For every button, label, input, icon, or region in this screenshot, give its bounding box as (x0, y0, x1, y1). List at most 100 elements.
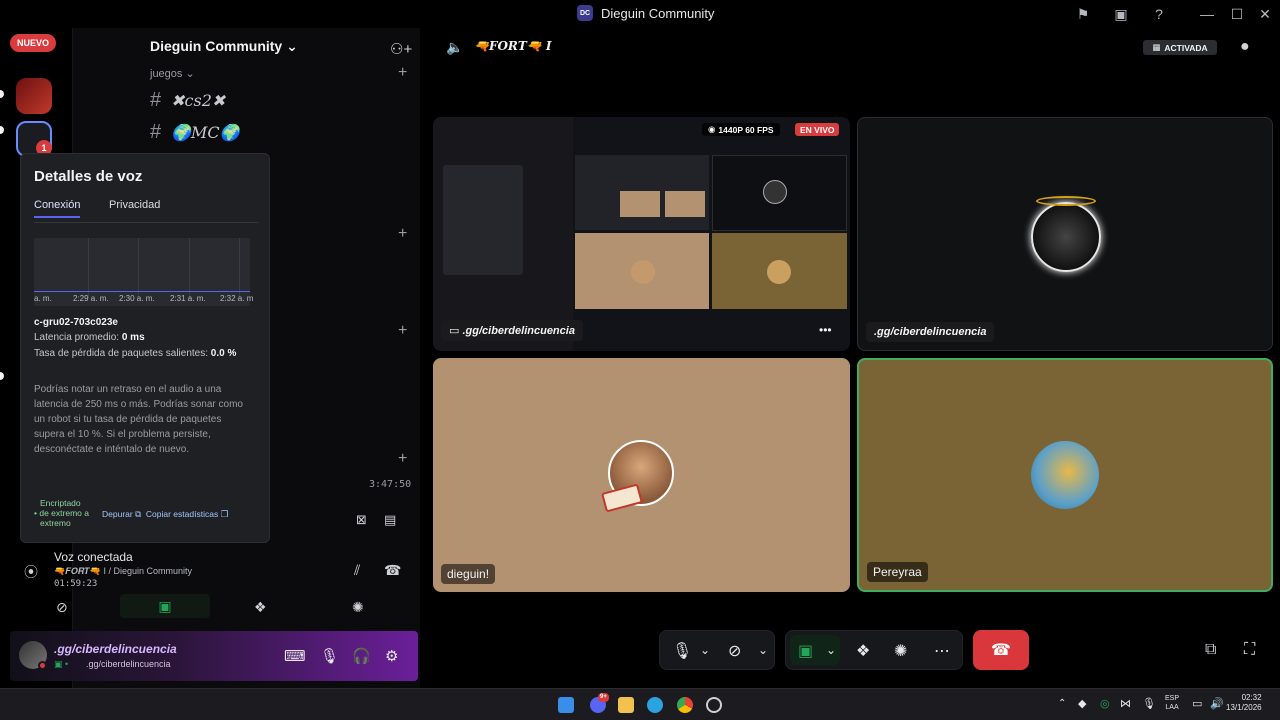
chat-bubble-icon[interactable]: ● (1240, 38, 1250, 56)
status-dot (38, 661, 47, 670)
disconnect-icon[interactable]: ☎ (384, 562, 401, 579)
graph-time-label: 2:29 a. m. (73, 294, 109, 303)
popup-title: Detalles de voz (34, 168, 143, 185)
screen-share-icon[interactable]: ⊠ (356, 512, 367, 528)
microphone-icon[interactable]: 🎙 (672, 641, 692, 661)
channel-label: ✖cs2✖ (171, 91, 226, 110)
create-channel-icon[interactable]: + (398, 225, 407, 243)
tray-app-icon[interactable]: ⋈ (1120, 697, 1131, 710)
lock-icon: • (34, 508, 37, 518)
activity-icon[interactable]: ▤ (384, 512, 396, 528)
voice-connected-panel: ⦿ Voz conectada 🔫𝑭𝑶𝑹𝑻🔫 I / Dieguin Commu… (10, 545, 418, 627)
soundboard-icon[interactable]: ✺ (894, 641, 907, 661)
gamepad-icon[interactable]: ⌨ (284, 647, 306, 665)
file-explorer-icon[interactable] (618, 697, 634, 713)
server-name: Dieguin Community (150, 38, 283, 54)
channel-cs2[interactable]: # ✖cs2✖ (150, 89, 225, 112)
username[interactable]: .gg/ciberdelincuencia (54, 642, 177, 656)
screen-icon: ▭ (449, 325, 460, 337)
activities-icon[interactable]: ❖ (856, 641, 870, 661)
new-badge: NUEVO (10, 34, 57, 52)
server-icon-rhm[interactable] (16, 78, 52, 114)
unread-pill (0, 372, 4, 380)
participant-tile[interactable]: .gg/ciberdelincuencia (857, 117, 1273, 351)
graph-gridline (189, 238, 190, 298)
divider (34, 222, 258, 223)
windows-start-icon[interactable] (558, 697, 574, 713)
call-timestamp: 3:47:50 (369, 479, 412, 490)
debug-link[interactable]: Depurar (102, 509, 133, 519)
app-logo-icon: DC (577, 5, 593, 21)
signal-icon[interactable]: ⦿ (24, 562, 38, 582)
packet-loss-value: 0.0 % (210, 348, 237, 359)
camera-off-icon[interactable]: ⊘ (56, 599, 68, 616)
disconnect-button[interactable]: ☎ (973, 630, 1029, 670)
create-channel-icon[interactable]: + (398, 64, 407, 82)
graph-gridline (138, 238, 139, 298)
volume-icon[interactable]: 🔊 (1210, 697, 1224, 710)
chevron-up-icon[interactable]: ⌃ (1058, 698, 1066, 709)
hashtag-icon: # (150, 89, 162, 111)
clock-time: 02:32 (1241, 693, 1262, 702)
create-channel-icon[interactable]: + (398, 450, 407, 468)
microphone-icon[interactable]: 🎙 (320, 647, 339, 665)
packet-loss-label: Tasa de pérdida de paquetes salientes: (34, 348, 209, 359)
hashtag-icon: # (150, 121, 162, 143)
chevron-down-icon: ⌄ (286, 38, 298, 54)
stream-tile[interactable]: ▭ .gg/ciberdelincuencia ••• (433, 117, 850, 351)
chevron-down-icon[interactable]: ⌄ (826, 643, 836, 657)
user-panel: .gg/ciberdelincuencia ▣ • .gg/ciberdelin… (10, 631, 418, 681)
network-icon[interactable]: ▭ (1192, 697, 1202, 710)
help-icon[interactable]: ? (1151, 6, 1167, 22)
chevron-down-icon[interactable]: ⌄ (758, 643, 768, 657)
speaker-icon: 🔈 (446, 39, 464, 55)
graph-time-label: 2:30 a. m. (119, 294, 155, 303)
packet-loss-line: Tasa de pérdida de paquetes salientes: 0… (34, 347, 258, 361)
encryption-text: Encriptado (40, 498, 81, 508)
noise-suppression-icon[interactable]: ⫽ (354, 562, 360, 579)
fullscreen-icon[interactable]: ⛶ (1244, 641, 1255, 659)
activity-status-badge[interactable]: ▦ ACTIVADA (1143, 40, 1217, 55)
tab-privacy[interactable]: Privacidad (109, 199, 160, 211)
more-options-icon[interactable]: ⋯ (934, 641, 950, 661)
more-options-button[interactable]: ••• (819, 323, 832, 337)
headphones-icon[interactable]: 🎧 (352, 647, 371, 665)
activities-icon[interactable]: ❖ (254, 599, 267, 616)
graph-gridline (239, 238, 240, 298)
voice-status[interactable]: Voz conectada (54, 550, 133, 564)
category-juegos[interactable]: juegos ⌄ (150, 67, 195, 80)
screen-share-notice-icon[interactable]: ▣ (1113, 6, 1129, 22)
popup-links: Depurar ⧉ Copiar estadísticas ❐ (102, 509, 228, 520)
copy-stats-link[interactable]: Copiar estadísticas (146, 509, 218, 519)
tray-app-icon[interactable]: ◎ (1100, 697, 1110, 710)
soundboard-icon[interactable]: ✺ (352, 599, 364, 616)
maximize-icon[interactable]: ☐ (1229, 6, 1245, 22)
chevron-down-icon[interactable]: ⌄ (700, 643, 710, 657)
camera-off-icon[interactable]: ⊘ (728, 641, 741, 661)
participant-tile[interactable]: dieguin! (433, 358, 850, 592)
stream-preview-popup (443, 165, 523, 275)
taskbar-clock[interactable]: 02:32 13/1/2026 (1226, 693, 1262, 713)
microphone-tray-icon[interactable]: 🎙 (1142, 697, 1156, 710)
create-channel-icon[interactable]: + (398, 322, 407, 340)
minimize-icon[interactable]: — (1199, 6, 1215, 22)
chrome-icon[interactable] (677, 697, 693, 713)
steam-icon[interactable] (706, 697, 722, 713)
invite-people-icon[interactable]: ⚇+ (390, 40, 412, 58)
server-name-header[interactable]: Dieguin Community ⌄ (150, 38, 298, 55)
channel-mc[interactable]: # 🌍MC🌍 (150, 121, 240, 144)
language-indicator[interactable]: ESP LAA (1165, 694, 1179, 712)
close-icon[interactable]: ✕ (1257, 6, 1273, 22)
inbox-flag-icon[interactable]: ⚑ (1075, 6, 1091, 22)
calendar-icon: ▦ (1152, 42, 1161, 52)
settings-gear-icon[interactable]: ⚙ (385, 647, 398, 665)
voice-channel-path[interactable]: 🔫𝑭𝑶𝑹𝑻🔫 I / Dieguin Community (54, 566, 192, 577)
pop-out-icon[interactable]: ⧉ (1205, 641, 1216, 659)
screen-share-icon[interactable]: ▣ (798, 641, 813, 661)
tab-connection[interactable]: Conexión (34, 199, 81, 218)
tray-app-icon[interactable]: ◆ (1078, 697, 1086, 710)
telegram-icon[interactable] (647, 697, 663, 713)
participant-tile-speaking[interactable]: Pereyraa (857, 358, 1273, 592)
stream-preview-tile (620, 191, 660, 217)
screen-share-button[interactable]: ▣ (120, 594, 210, 618)
